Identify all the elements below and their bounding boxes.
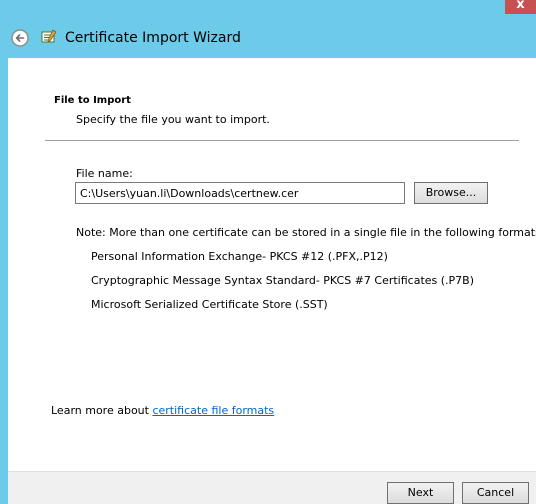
close-icon: x	[516, 0, 525, 12]
browse-button[interactable]: Browse...	[414, 182, 488, 204]
cancel-button[interactable]: Cancel	[462, 482, 529, 504]
format-item-pfx: Personal Information Exchange- PKCS #12 …	[91, 250, 388, 263]
header-separator	[45, 140, 519, 141]
learn-more-text: Learn more about certificate file format…	[51, 404, 274, 417]
page-heading: File to Import	[54, 95, 131, 106]
certificate-formats-link[interactable]: certificate file formats	[152, 404, 274, 417]
learn-more-prefix: Learn more about	[51, 404, 153, 417]
close-button[interactable]: x	[505, 0, 536, 14]
wizard-title: Certificate Import Wizard	[65, 30, 241, 46]
formats-note: Note: More than one certificate can be s…	[76, 226, 536, 239]
wizard-footer	[8, 471, 536, 504]
format-item-sst: Microsoft Serialized Certificate Store (…	[91, 298, 328, 311]
back-arrow-icon[interactable]	[11, 29, 29, 47]
page-description: Specify the file you want to import.	[76, 113, 270, 126]
file-name-input[interactable]	[75, 182, 405, 204]
format-item-p7b: Cryptographic Message Syntax Standard- P…	[91, 274, 475, 287]
file-name-label: File name:	[76, 167, 133, 180]
certificate-wizard-icon	[41, 29, 57, 43]
next-button[interactable]: Next	[387, 482, 454, 504]
